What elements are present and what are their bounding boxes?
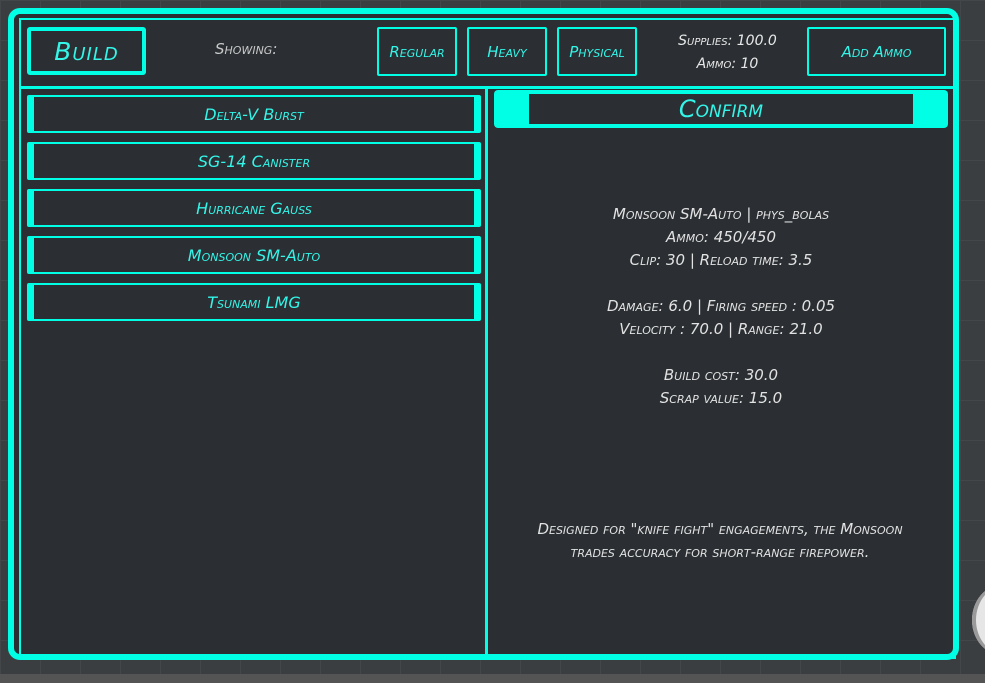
filter-regular-button[interactable]: Regular	[377, 27, 457, 76]
weapon-scrap-line: Scrap value: 15.0	[659, 389, 783, 407]
weapon-list: Delta-V Burst SG-14 Canister Hurricane G…	[27, 95, 481, 330]
weapon-item-monsoon-sm-auto[interactable]: Monsoon SM-Auto	[27, 236, 481, 274]
filter-physical-button[interactable]: Physical	[557, 27, 637, 76]
weapon-clip-line: Clip: 30 | Reload time: 3.5	[629, 251, 813, 269]
resource-stats: Supplies: 100.0 Ammo: 10	[660, 30, 795, 76]
bottom-strip	[0, 674, 985, 683]
supplies-readout: Supplies: 100.0	[678, 33, 777, 49]
weapon-cost-line: Build cost: 30.0	[663, 366, 779, 384]
weapon-velocity-line: Velocity : 70.0 | Range: 21.0	[619, 320, 823, 338]
weapon-details: Monsoon SM-Auto | phys_bolas Ammo: 450/4…	[494, 203, 948, 410]
weapon-item-hurricane-gauss[interactable]: Hurricane Gauss	[27, 189, 481, 227]
build-button[interactable]: Build	[27, 27, 146, 75]
confirm-button[interactable]: Confirm	[494, 90, 948, 128]
weapon-name-line: Monsoon SM-Auto | phys_bolas	[612, 205, 830, 223]
weapon-item-tsunami-lmg[interactable]: Tsunami LMG	[27, 283, 481, 321]
weapon-description: Designed for "knife fight" engagements, …	[537, 520, 903, 561]
weapon-item-sg-14-canister[interactable]: SG-14 Canister	[27, 142, 481, 180]
confirm-label: Confirm	[529, 94, 913, 124]
weapon-ammo-line: Ammo: 450/450	[665, 228, 777, 246]
weapon-damage-line: Damage: 6.0 | Firing speed : 0.05	[606, 297, 836, 315]
filter-heavy-button[interactable]: Heavy	[467, 27, 547, 76]
ammo-readout: Ammo: 10	[696, 56, 759, 72]
showing-label: Showing:	[215, 40, 278, 58]
weapon-item-delta-v-burst[interactable]: Delta-V Burst	[27, 95, 481, 133]
column-divider	[485, 88, 488, 658]
add-ammo-button[interactable]: Add Ammo	[807, 27, 946, 76]
